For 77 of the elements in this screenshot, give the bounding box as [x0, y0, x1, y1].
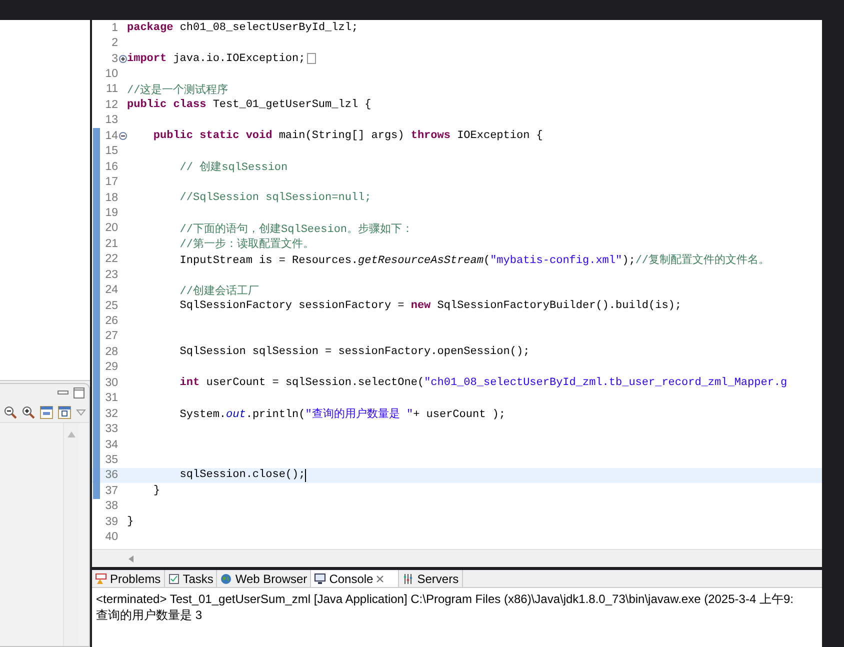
- line-number: 16: [104, 160, 118, 173]
- line-number: 36: [104, 469, 118, 482]
- maximize-icon[interactable]: [73, 387, 85, 399]
- code-line: //下面的语句，创建SqlSeesion。步骤如下：: [178, 222, 414, 236]
- line-number: 39: [104, 516, 118, 528]
- code-line: System.out.println("查询的用户数量是 "+ userCount );: [178, 406, 506, 422]
- panel-tab[interactable]: Servers: [399, 570, 463, 587]
- code-line: int userCount = sqlSession.selectOne("ch01_08_selectUserById_zml.tb_user_record_zml_Mapper.g: [178, 376, 788, 389]
- line-number: 20: [104, 222, 118, 234]
- code-line: public static void main(String[] args) throws IOException {: [152, 130, 543, 142]
- code-line: }: [152, 484, 160, 497]
- checklist-icon: [168, 572, 180, 584]
- code-line: // 创建sqlSession: [178, 160, 288, 174]
- line-number: 40: [104, 531, 118, 544]
- line-number: 30: [104, 376, 118, 389]
- code-line: SqlSession sqlSession = sessionFactory.openSession();: [178, 346, 530, 358]
- scroll-left-icon[interactable]: [128, 554, 134, 562]
- console-line: 查询的用户数量是 3: [96, 607, 204, 623]
- code-line: }: [127, 516, 134, 528]
- text-cursor: [305, 468, 306, 482]
- expand-icon[interactable]: [118, 54, 126, 63]
- line-number: 1: [110, 22, 118, 34]
- line-number: 10: [104, 68, 118, 80]
- line-number: 23: [104, 268, 118, 281]
- code-line: InputStream is = Resources.getResourceAsStream("mybatis-config.xml");//复制配置文件的文件名。: [178, 252, 770, 267]
- window-icon[interactable]: [40, 406, 53, 418]
- code-line: import java.io.IOException;: [127, 52, 306, 65]
- line-number: 25: [104, 300, 118, 312]
- code-line: //第一步：读取配置文件。: [178, 236, 314, 252]
- line-number: 34: [104, 438, 118, 451]
- line-number: 12: [104, 98, 118, 111]
- line-number: 32: [104, 408, 118, 420]
- line-number: 18: [104, 192, 118, 204]
- line-number: 26: [104, 315, 118, 328]
- line-number: 19: [104, 206, 118, 219]
- horizontal-scrollbar[interactable]: [92, 549, 822, 567]
- line-number: 38: [104, 500, 118, 512]
- view-menu-icon[interactable]: [76, 408, 86, 416]
- console-status: <terminated> Test_01_getUserSum_zml [Java Application] C:\Program Files (x86)\Java\jdk1.8.0_73\bin\javaw.exe (2025-3-4 上午9:: [96, 591, 794, 607]
- folded-code-icon[interactable]: [307, 53, 316, 64]
- line-number: 14: [104, 130, 118, 142]
- line-number: 28: [104, 346, 118, 358]
- fit-window-icon[interactable]: [58, 406, 71, 418]
- code-line: sqlSession.close();: [178, 469, 306, 482]
- code-line: SqlSessionFactory sessionFactory = new SqlSessionFactoryBuilder().build(is);: [178, 300, 682, 312]
- panel-tab[interactable]: Problems: [92, 570, 165, 587]
- panel-tab[interactable]: Tasks: [164, 570, 218, 587]
- zoom-out-icon[interactable]: [4, 406, 17, 418]
- panel-tab[interactable]: Console: [311, 570, 400, 587]
- line-number: 35: [104, 454, 118, 466]
- warning-error-icon: [95, 572, 107, 584]
- line-number: 15: [104, 145, 118, 158]
- code-line: //SqlSession sqlSession=null;: [178, 192, 372, 204]
- code-line: public class Test_01_getUserSum_lzl {: [127, 98, 372, 111]
- line-number: 24: [104, 284, 118, 296]
- line-number: 3: [110, 52, 118, 65]
- line-number: 17: [104, 176, 118, 188]
- line-number: 21: [104, 238, 118, 250]
- line-number: 29: [104, 361, 118, 374]
- line-number: 37: [104, 484, 118, 497]
- code-line: package ch01_08_selectUserById_lzl;: [127, 22, 358, 34]
- server-icon: [402, 572, 414, 584]
- monitor-icon: [314, 572, 326, 584]
- zoom-in-icon[interactable]: [22, 406, 35, 418]
- code-line: //这是一个测试程序: [127, 82, 228, 97]
- line-number: 11: [105, 83, 118, 96]
- line-number: 27: [104, 330, 118, 342]
- code-line: //创建会话工厂: [178, 284, 260, 298]
- close-icon[interactable]: [376, 574, 384, 582]
- globe-icon: [220, 572, 232, 584]
- line-number: 2: [110, 37, 118, 50]
- line-number: 13: [104, 114, 118, 126]
- line-number: 33: [104, 423, 118, 436]
- collapse-icon[interactable]: [118, 132, 126, 140]
- line-number: 31: [104, 392, 118, 404]
- line-number: 22: [104, 253, 118, 266]
- code-editor[interactable]: [92, 20, 822, 567]
